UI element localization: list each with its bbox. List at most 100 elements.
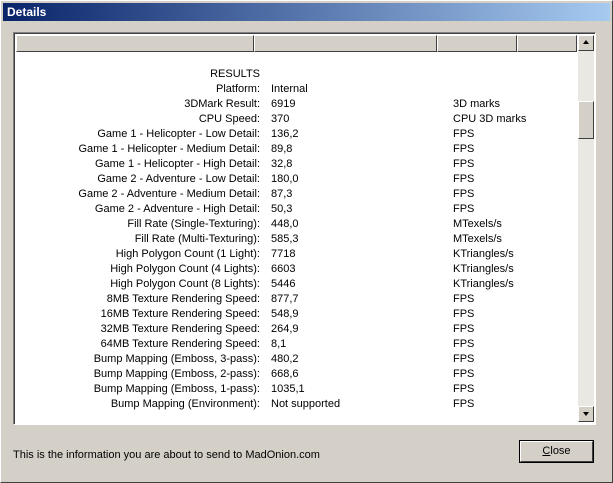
table-row[interactable]: 8MB Texture Rendering Speed: 877,7 FPS	[16, 293, 577, 308]
row-value: 89,8	[271, 143, 293, 155]
row-label: 32MB Texture Rendering Speed:	[100, 323, 260, 335]
row-value: 50,3	[271, 203, 293, 215]
row-value: 7718	[271, 248, 296, 260]
row-label: 8MB Texture Rendering Speed:	[106, 293, 260, 305]
column-header-extra[interactable]	[517, 35, 577, 52]
row-unit: FPS	[453, 158, 475, 170]
column-header-label[interactable]	[16, 35, 254, 52]
table-row[interactable]: Bump Mapping (Emboss, 3-pass): 480,2 FPS	[16, 353, 577, 368]
row-label: Game 2 - Adventure - Medium Detail:	[78, 188, 260, 200]
scroll-thumb[interactable]	[578, 101, 594, 139]
row-value: 1035,1	[271, 383, 305, 395]
table-row[interactable]: 3DMark Result: 6919 3D marks	[16, 98, 577, 113]
row-label: RESULTS	[210, 68, 260, 80]
row-unit: KTriangles/s	[453, 278, 514, 290]
row-value: 6919	[271, 98, 296, 110]
row-unit: KTriangles/s	[453, 248, 514, 260]
scroll-down-arrow-icon	[583, 412, 589, 416]
table-row[interactable]: Game 2 - Adventure - Low Detail: 180,0 FPS	[16, 173, 577, 188]
column-header-value[interactable]	[254, 35, 437, 52]
table-row[interactable]: Game 1 - Helicopter - Medium Detail: 89,8…	[16, 143, 577, 158]
row-unit: CPU 3D marks	[453, 113, 527, 125]
row-label: Game 2 - Adventure - Low Detail:	[97, 173, 260, 185]
close-button-label: Close	[542, 445, 571, 457]
table-row[interactable]: Bump Mapping (Environment): Not supported…	[16, 398, 577, 413]
table-row[interactable]: Game 1 - Helicopter - High Detail: 32,8 FP…	[16, 158, 577, 173]
row-label: 64MB Texture Rendering Speed:	[100, 338, 260, 350]
row-unit: MTexels/s	[453, 218, 502, 230]
table-row[interactable]: High Polygon Count (4 Lights): 6603 KTrian…	[16, 263, 577, 278]
row-value: 5446	[271, 278, 296, 290]
row-unit: FPS	[453, 188, 475, 200]
table-row[interactable]: 16MB Texture Rendering Speed: 548,9 FPS	[16, 308, 577, 323]
row-unit: FPS	[453, 353, 475, 365]
row-unit: MTexels/s	[453, 233, 502, 245]
row-value: 877,7	[271, 293, 299, 305]
table-row[interactable]: Bump Mapping (Emboss, 2-pass): 668,6 FPS	[16, 368, 577, 383]
row-label: Game 1 - Helicopter - High Detail:	[94, 158, 260, 170]
row-label: Game 1 - Helicopter - Medium Detail:	[78, 143, 260, 155]
row-unit: FPS	[453, 293, 475, 305]
results-rows: RESULTS Platform: Internal 3DMark Result: 69…	[16, 68, 577, 413]
table-row[interactable]: High Polygon Count (8 Lights): 5446 KTrian…	[16, 278, 577, 293]
row-label: Fill Rate (Single-Texturing):	[127, 218, 260, 230]
row-value: 585,3	[271, 233, 299, 245]
scroll-up-button[interactable]	[578, 35, 594, 51]
row-value: 8,1	[271, 338, 287, 350]
title-bar[interactable]: Details	[3, 3, 610, 21]
row-unit: FPS	[453, 398, 475, 410]
row-value: 6603	[271, 263, 296, 275]
row-unit: FPS	[453, 368, 475, 380]
row-value: 180,0	[271, 173, 299, 185]
row-unit: FPS	[453, 203, 475, 215]
table-row[interactable]: Fill Rate (Single-Texturing): 448,0 MTexel…	[16, 218, 577, 233]
row-label: High Polygon Count (4 Lights):	[110, 263, 260, 275]
row-label: Fill Rate (Multi-Texturing):	[134, 233, 260, 245]
results-list[interactable]: RESULTS Platform: Internal 3DMark Result: 69…	[13, 32, 596, 425]
row-label: Bump Mapping (Emboss, 3-pass):	[93, 353, 260, 365]
table-row[interactable]: Game 2 - Adventure - Medium Detail: 87,3 F…	[16, 188, 577, 203]
close-button[interactable]: Close	[519, 440, 594, 463]
row-unit: KTriangles/s	[453, 263, 514, 275]
list-header	[16, 35, 577, 52]
table-row[interactable]: Game 2 - Adventure - High Detail: 50,3 FPS	[16, 203, 577, 218]
row-value: Internal	[271, 83, 308, 95]
row-value: 480,2	[271, 353, 299, 365]
row-value: 264,9	[271, 323, 299, 335]
footer-info-text: This is the information you are about to…	[13, 449, 320, 461]
table-row[interactable]: 32MB Texture Rendering Speed: 264,9 FPS	[16, 323, 577, 338]
row-label: Platform:	[215, 83, 260, 95]
table-row[interactable]: Fill Rate (Multi-Texturing): 585,3 MTexels…	[16, 233, 577, 248]
details-dialog: Details RESULTS Platform: Internal 3DMark R…	[0, 0, 613, 483]
scroll-down-button[interactable]	[578, 406, 594, 422]
table-row[interactable]: High Polygon Count (1 Light): 7718 KTriang…	[16, 248, 577, 263]
table-row[interactable]: Game 1 - Helicopter - Low Detail: 136,2 FP…	[16, 128, 577, 143]
table-row[interactable]: Platform: Internal	[16, 83, 577, 98]
row-unit: FPS	[453, 323, 475, 335]
row-value: 370	[271, 113, 290, 125]
row-value: 548,9	[271, 308, 299, 320]
row-label: Bump Mapping (Environment):	[110, 398, 260, 410]
row-value: 448,0	[271, 218, 299, 230]
column-header-unit[interactable]	[437, 35, 517, 52]
table-row[interactable]: RESULTS	[16, 68, 577, 83]
table-row[interactable]: CPU Speed: 370 CPU 3D marks	[16, 113, 577, 128]
table-row[interactable]: Bump Mapping (Emboss, 1-pass): 1035,1 FPS	[16, 383, 577, 398]
vertical-scrollbar[interactable]	[578, 35, 594, 422]
window-title: Details	[7, 5, 47, 19]
row-unit: FPS	[453, 308, 475, 320]
row-unit: FPS	[453, 173, 475, 185]
row-unit: FPS	[453, 128, 475, 140]
row-label: High Polygon Count (1 Light):	[115, 248, 260, 260]
row-unit: FPS	[453, 143, 475, 155]
row-value: Not supported	[271, 398, 341, 410]
row-label: 16MB Texture Rendering Speed:	[100, 308, 260, 320]
table-row[interactable]: 64MB Texture Rendering Speed: 8,1 FPS	[16, 338, 577, 353]
row-label: 3DMark Result:	[184, 98, 260, 110]
row-label: High Polygon Count (8 Lights):	[110, 278, 260, 290]
row-label: Game 1 - Helicopter - Low Detail:	[97, 128, 260, 140]
row-unit: FPS	[453, 383, 475, 395]
row-value: 87,3	[271, 188, 293, 200]
row-value: 32,8	[271, 158, 293, 170]
row-unit: 3D marks	[453, 98, 501, 110]
